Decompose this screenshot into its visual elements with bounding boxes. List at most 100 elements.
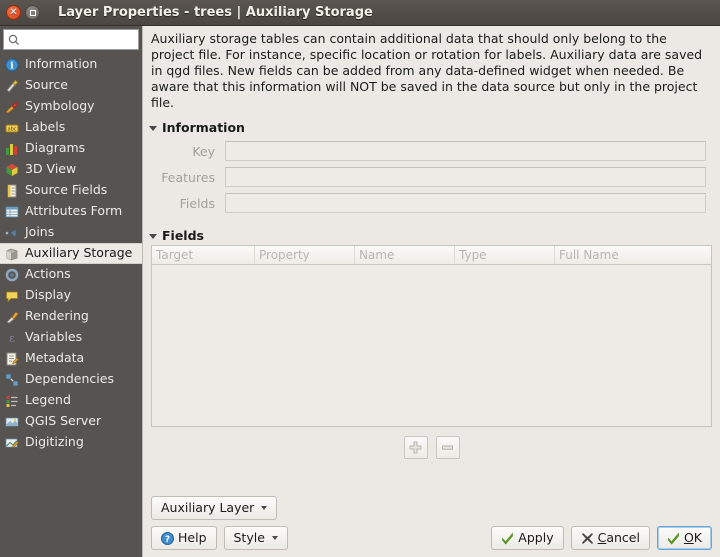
key-field[interactable] <box>225 141 706 161</box>
information-form: Key Features Fields <box>151 137 712 219</box>
sidebar-item-symbology[interactable]: Symbology <box>0 96 142 117</box>
help-label: Help <box>178 529 207 545</box>
sidebar-item-label: Source Fields <box>25 182 108 198</box>
form-row-fields: Fields <box>157 193 706 213</box>
ok-button[interactable]: OK <box>656 526 712 550</box>
apply-button[interactable]: Apply <box>491 526 564 550</box>
auxiliary-storage-icon <box>4 246 20 262</box>
fields-field[interactable] <box>225 193 706 213</box>
window-title: Layer Properties - trees | Auxiliary Sto… <box>58 5 373 20</box>
remove-field-button[interactable] <box>435 436 460 459</box>
information-section-header[interactable]: Information <box>149 120 720 135</box>
dialog-body: i Information Source Symbology abc Label… <box>0 26 720 557</box>
source-fields-icon <box>4 183 20 199</box>
add-field-button[interactable] <box>403 436 428 459</box>
sidebar-item-variables[interactable]: ε Variables <box>0 327 142 348</box>
joins-icon <box>4 225 20 241</box>
sidebar-item-label: Display <box>25 287 72 303</box>
sidebar-item-label: Auxiliary Storage <box>25 245 133 261</box>
help-button[interactable]: ? Help <box>151 526 217 550</box>
rendering-icon <box>4 309 20 325</box>
check-icon <box>667 532 680 545</box>
ok-label-rest: K <box>693 529 702 545</box>
fields-section-header[interactable]: Fields <box>149 228 720 243</box>
fields-table-body <box>152 265 711 426</box>
chevron-down-icon <box>261 506 268 510</box>
sidebar-item-label: Metadata <box>25 350 85 366</box>
sidebar-nav-list: i Information Source Symbology abc Label… <box>0 52 142 557</box>
close-icon[interactable]: ✕ <box>6 5 21 20</box>
apply-label: Apply <box>518 529 554 545</box>
sidebar-item-label: Diagrams <box>25 140 86 156</box>
features-field[interactable] <box>225 167 706 187</box>
style-label: Style <box>233 529 265 545</box>
column-header-full-name[interactable]: Full Name <box>555 246 711 264</box>
svg-text:abc: abc <box>8 126 17 132</box>
sidebar-item-label: Source <box>25 77 68 93</box>
sidebar-item-actions[interactable]: Actions <box>0 264 142 285</box>
title-bar: ✕ Layer Properties - trees | Auxiliary S… <box>0 0 720 26</box>
style-button[interactable]: Style <box>223 526 288 550</box>
sidebar-item-information[interactable]: i Information <box>0 54 142 75</box>
fields-table-header: Target Property Name Type Full Name <box>152 246 711 265</box>
sidebar-item-digitizing[interactable]: Digitizing <box>0 432 142 453</box>
sidebar-item-label: Rendering <box>25 308 89 324</box>
legend-icon <box>4 393 20 409</box>
information-icon: i <box>4 57 20 73</box>
chevron-down-icon <box>149 125 157 131</box>
sidebar-item-label: Digitizing <box>25 434 84 450</box>
sidebar-item-label: Variables <box>25 329 83 345</box>
svg-text:ε: ε <box>9 332 15 345</box>
search-input[interactable] <box>23 32 134 47</box>
sidebar-item-joins[interactable]: Joins <box>0 222 142 243</box>
sidebar-item-display[interactable]: Display <box>0 285 142 306</box>
metadata-icon <box>4 351 20 367</box>
svg-text:i: i <box>10 61 14 71</box>
sidebar-item-diagrams[interactable]: Diagrams <box>0 138 142 159</box>
features-label: Features <box>161 169 215 185</box>
cross-icon <box>581 532 594 545</box>
sidebar-item-label: Dependencies <box>25 371 114 387</box>
labels-icon: abc <box>4 120 20 136</box>
sidebar-item-label: Actions <box>25 266 71 282</box>
column-header-property[interactable]: Property <box>255 246 355 264</box>
sidebar-item-label: Labels <box>25 119 66 135</box>
sidebar-item-label: QGIS Server <box>25 413 102 429</box>
sidebar-item-legend[interactable]: Legend <box>0 390 142 411</box>
dialog-button-row: ? Help Style Apply Cancel OK <box>151 526 712 550</box>
fields-label: Fields <box>179 195 215 211</box>
column-header-target[interactable]: Target <box>152 246 255 264</box>
sidebar-item-source-fields[interactable]: Source Fields <box>0 180 142 201</box>
key-label: Key <box>192 143 215 159</box>
display-icon <box>4 288 20 304</box>
sidebar-item-label: Symbology <box>25 98 95 114</box>
digitizing-icon <box>4 435 20 451</box>
column-header-type[interactable]: Type <box>455 246 555 264</box>
sidebar-item-label: Legend <box>25 392 71 408</box>
cancel-button[interactable]: Cancel <box>570 526 650 550</box>
sidebar-item-3d-view[interactable]: 3D View <box>0 159 142 180</box>
remove-icon <box>442 445 453 450</box>
search-icon <box>8 34 20 45</box>
sidebar-item-auxiliary-storage[interactable]: Auxiliary Storage <box>0 243 142 264</box>
sidebar-item-qgis-server[interactable]: QGIS Server <box>0 411 142 432</box>
search-box[interactable] <box>3 29 139 50</box>
fields-section-title: Fields <box>162 228 204 243</box>
footer: Auxiliary Layer ? Help Style Apply Cance… <box>143 496 720 557</box>
chevron-down-icon <box>271 536 278 540</box>
fields-table-actions <box>143 436 720 459</box>
information-section-title: Information <box>162 120 245 135</box>
sidebar-item-attributes-form[interactable]: Attributes Form <box>0 201 142 222</box>
sidebar-item-rendering[interactable]: Rendering <box>0 306 142 327</box>
auxiliary-layer-button[interactable]: Auxiliary Layer <box>151 496 278 520</box>
sidebar-item-dependencies[interactable]: Dependencies <box>0 369 142 390</box>
svg-text:?: ? <box>165 535 170 545</box>
sidebar-item-source[interactable]: Source <box>0 75 142 96</box>
column-header-name[interactable]: Name <box>355 246 455 264</box>
sidebar-item-metadata[interactable]: Metadata <box>0 348 142 369</box>
close-glyph: ✕ <box>9 6 18 18</box>
check-icon <box>501 532 514 545</box>
cancel-label: Cancel <box>597 529 640 545</box>
sidebar-item-labels[interactable]: abc Labels <box>0 117 142 138</box>
maximize-icon[interactable] <box>25 5 40 20</box>
